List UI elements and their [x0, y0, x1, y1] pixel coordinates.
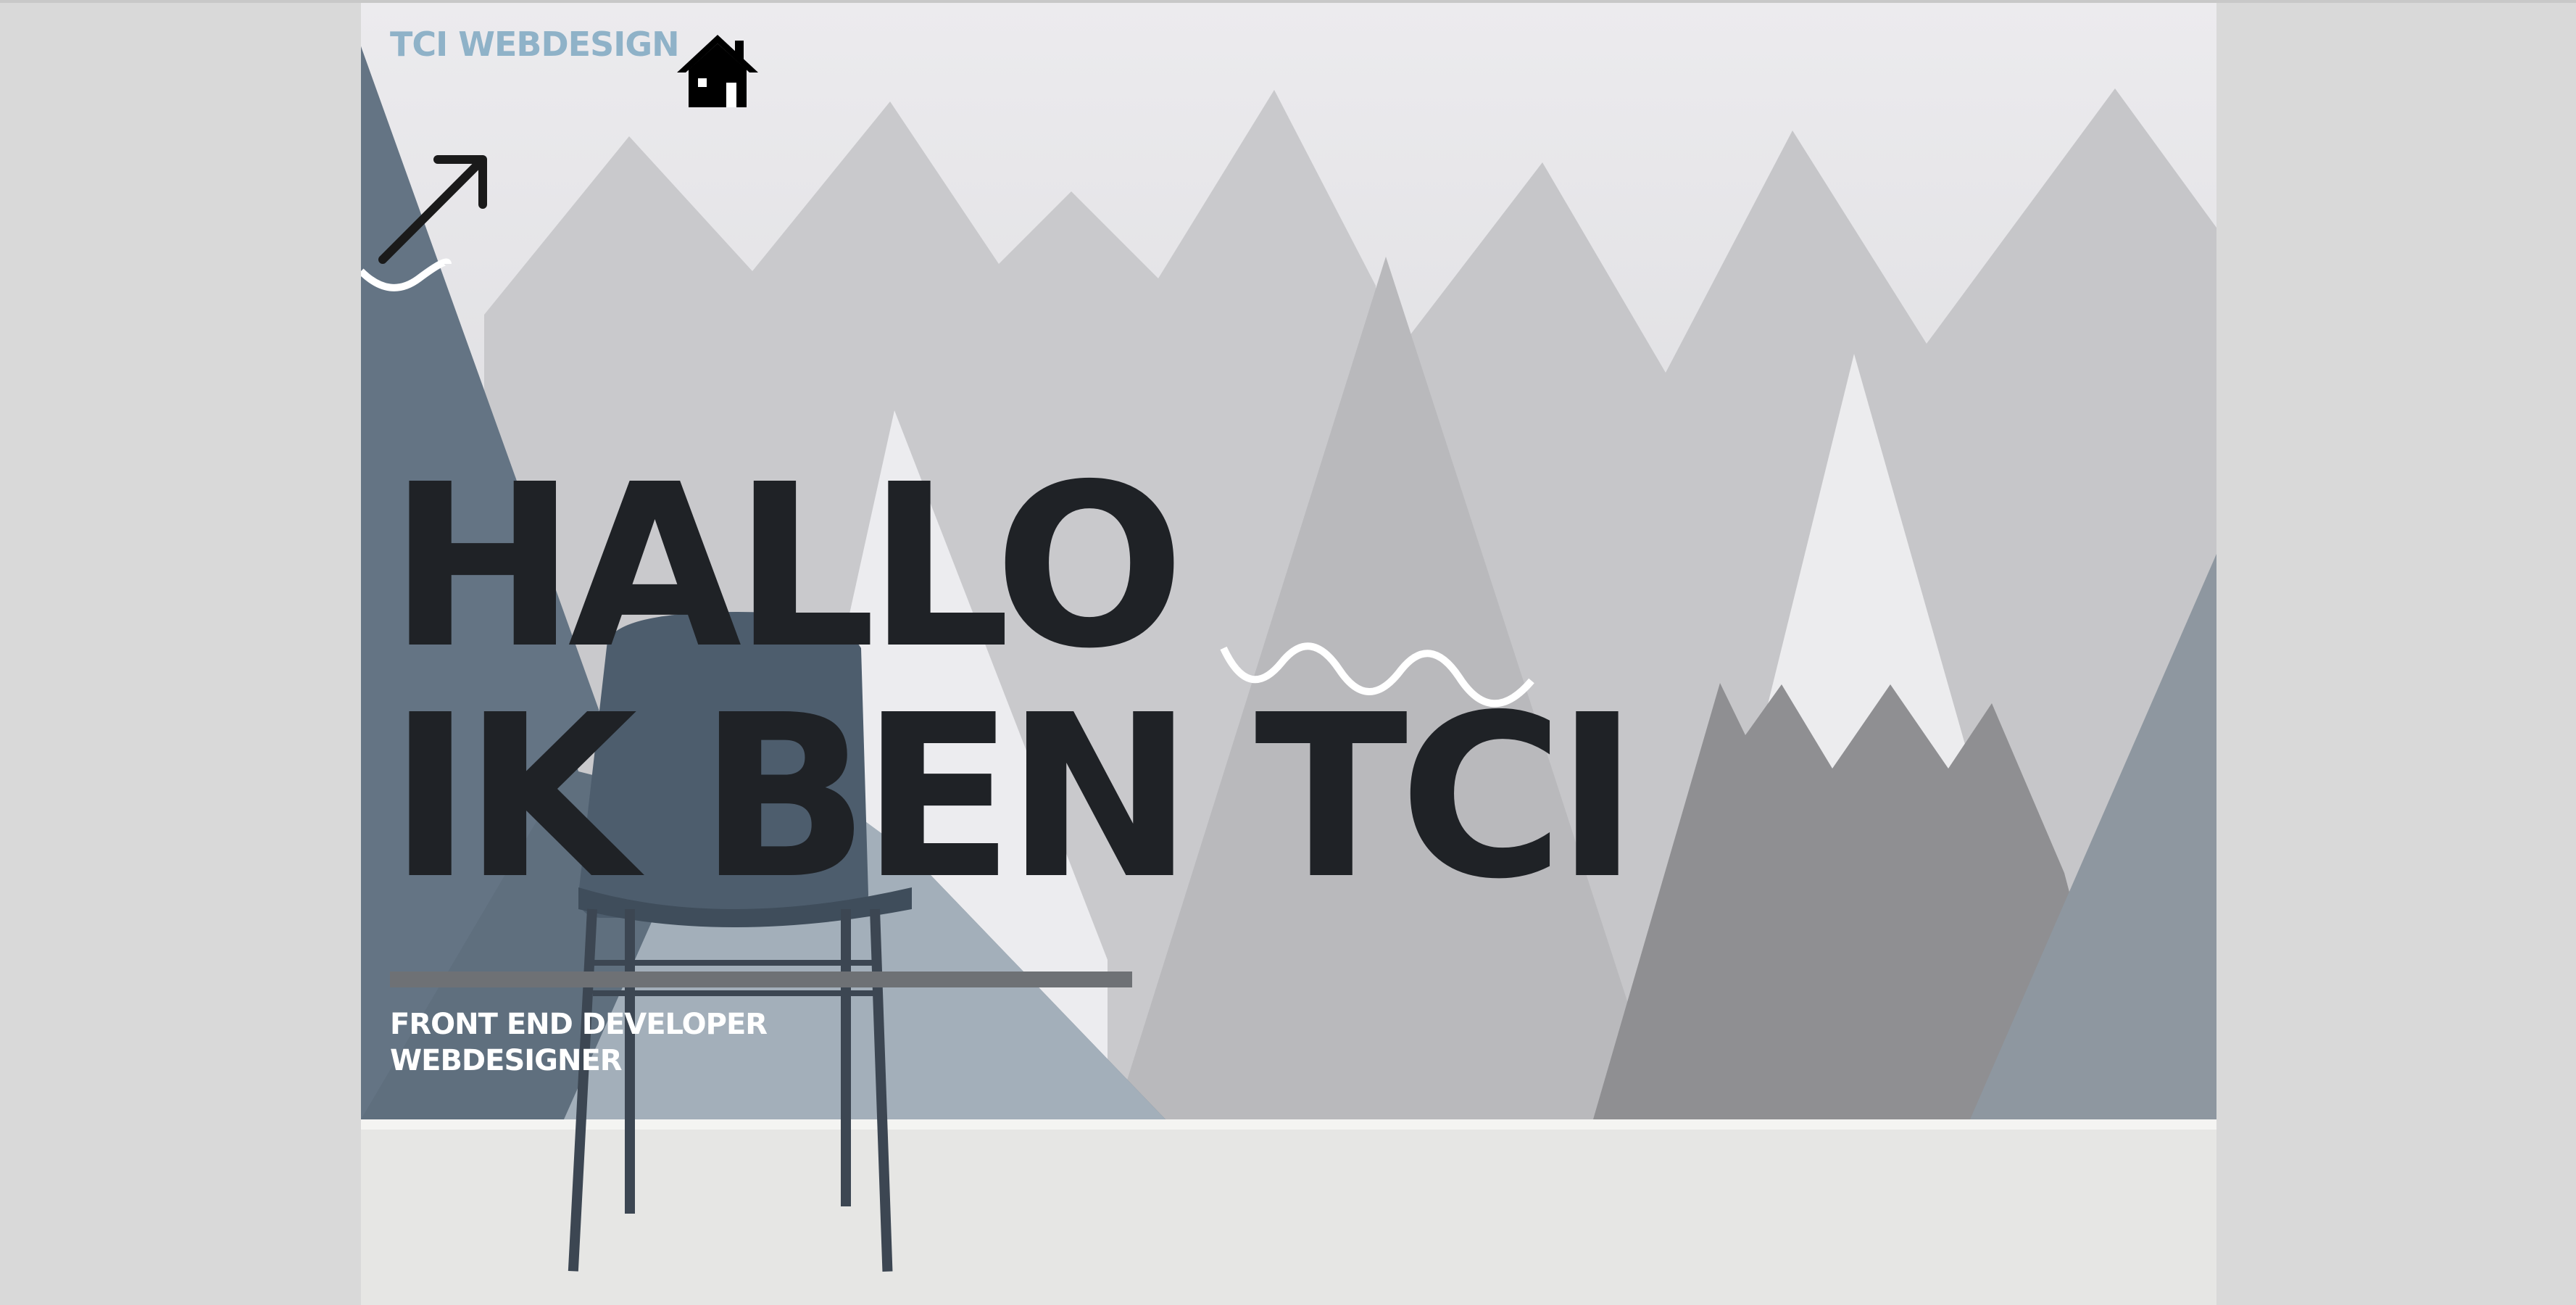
hero-section: TCI WEBDESIGN HALLO IK BEN TCI FRONT END…	[361, 3, 2216, 1305]
headline-line-1: HALLO	[389, 436, 1185, 698]
arrow-up-right-icon[interactable]	[374, 148, 497, 271]
role-front-end-developer: FRONT END DEVELOPER	[390, 1008, 768, 1041]
headline-divider	[390, 972, 1132, 987]
brand-logo-text[interactable]: TCI WEBDESIGN	[390, 25, 680, 64]
house-icon[interactable]	[674, 30, 761, 110]
role-webdesigner: WEBDESIGNER	[390, 1044, 623, 1077]
hero-headline: HALLO IK BEN TCI	[389, 436, 1639, 929]
role-list: FRONT END DEVELOPER WEBDESIGNER	[390, 1006, 768, 1079]
headline-line-2: IK BEN TCI	[389, 667, 1639, 929]
